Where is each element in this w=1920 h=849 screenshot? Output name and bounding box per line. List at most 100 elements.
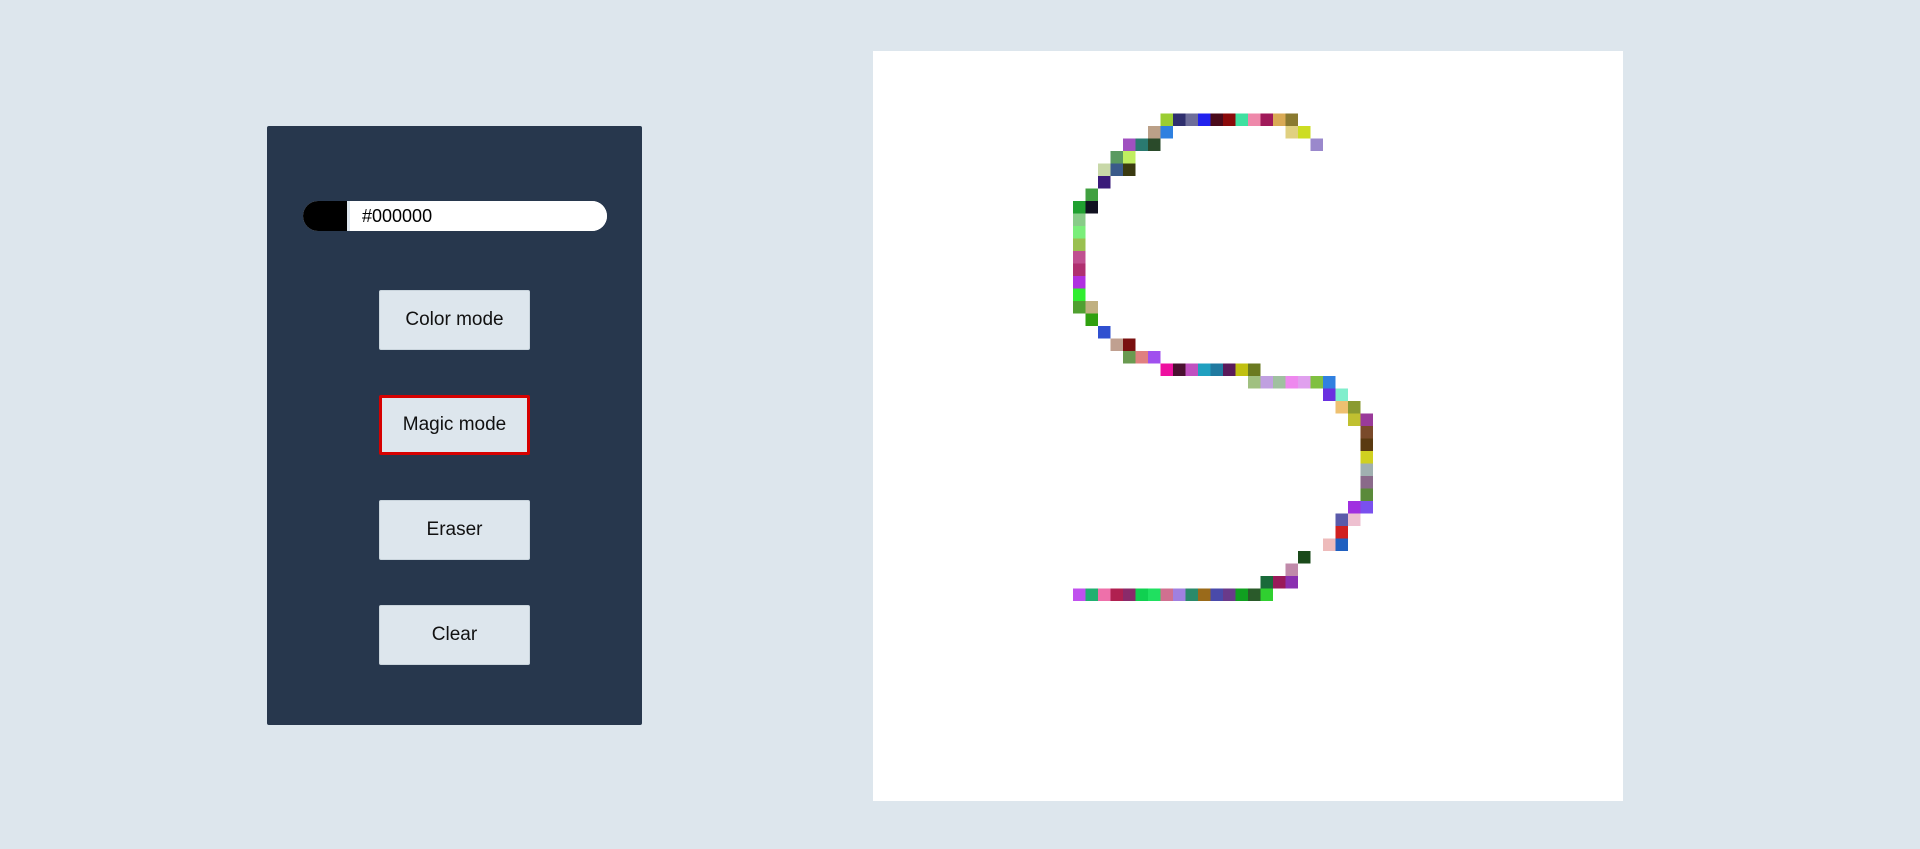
stroke-pixel [1073,238,1086,251]
stroke-pixel [1135,351,1148,364]
stroke-pixel [1335,388,1348,401]
stroke-pixel [1198,113,1211,126]
stroke-pixel [1260,576,1273,589]
stroke-pixel [1160,363,1173,376]
stroke-pixel [1148,126,1161,139]
stroke-pixel [1298,376,1311,389]
stroke-pixel [1123,151,1136,164]
stroke-pixel [1123,351,1136,364]
stroke-pixel [1248,588,1261,601]
stroke-pixel [1360,426,1373,439]
stroke-pixel [1073,288,1086,301]
stroke-pixel [1198,588,1211,601]
stroke-pixel [1085,588,1098,601]
stroke-pixel [1285,376,1298,389]
stroke-pixel [1148,351,1161,364]
stroke-pixel [1135,588,1148,601]
stroke-pixel [1073,226,1086,239]
stroke-pixel [1235,113,1248,126]
stroke-pixel [1185,363,1198,376]
stroke-pixel [1135,138,1148,151]
stroke-pixel [1248,376,1261,389]
stroke-pixel [1160,588,1173,601]
stroke-pixel [1210,588,1223,601]
stroke-pixel [1223,113,1236,126]
stroke-pixel [1210,113,1223,126]
stroke-pixel [1073,213,1086,226]
stroke-pixel [1260,113,1273,126]
stroke-pixel [1098,176,1111,189]
stroke-pixel [1348,401,1361,414]
stroke-pixel [1285,126,1298,139]
stroke-pixel [1248,113,1261,126]
stroke-pixel [1348,413,1361,426]
stroke-pixel [1260,588,1273,601]
stroke-pixel [1198,363,1211,376]
stroke-pixel [1098,163,1111,176]
drawing-surface[interactable] [873,51,1623,801]
stroke-pixel [1360,438,1373,451]
clear-button[interactable]: Clear [379,605,530,665]
stroke-pixel [1073,263,1086,276]
stroke-pixel [1185,588,1198,601]
stroke-pixel [1248,363,1261,376]
stroke-pixel [1073,276,1086,289]
stroke-pixel [1285,563,1298,576]
stroke-pixel [1173,363,1186,376]
stroke-pixel [1110,163,1123,176]
stroke-pixel [1298,551,1311,564]
stroke-pixel [1123,138,1136,151]
stroke-pixel [1335,401,1348,414]
stroke-pixel [1335,526,1348,539]
stroke-pixel [1073,251,1086,264]
stroke-pixel [1085,313,1098,326]
stroke-pixel [1160,113,1173,126]
stroke-pixel [1085,301,1098,314]
stroke-pixel [1235,363,1248,376]
stroke-pixel [1123,588,1136,601]
hex-color-input[interactable] [350,201,607,231]
stroke-pixel [1273,376,1286,389]
stroke-pixel [1285,113,1298,126]
stroke-pixel [1260,376,1273,389]
stroke-pixel [1285,576,1298,589]
stroke-pixel [1073,588,1086,601]
stroke-pixel [1223,363,1236,376]
stroke-pixel [1123,163,1136,176]
stroke-pixel [1323,376,1336,389]
stroke-pixel [1085,188,1098,201]
stroke-pixel [1360,463,1373,476]
stroke-pixel [1310,138,1323,151]
color-picker-row [303,201,607,231]
stroke-pixel [1098,588,1111,601]
stroke-pixel [1335,513,1348,526]
stroke-pixel [1348,513,1361,526]
color-mode-button[interactable]: Color mode [379,290,530,350]
stroke-pixel [1310,376,1323,389]
stroke-pixel [1085,201,1098,214]
stroke-pixel [1298,126,1311,139]
stroke-pixel [1123,338,1136,351]
stroke-pixel [1148,588,1161,601]
magic-mode-button[interactable]: Magic mode [379,395,530,455]
stroke-pixel [1210,363,1223,376]
app-root: Color mode Magic mode Eraser Clear [0,0,1920,849]
stroke-pixel [1348,501,1361,514]
stroke-pixel [1110,588,1123,601]
eraser-button[interactable]: Eraser [379,500,530,560]
stroke-pixel [1110,151,1123,164]
stroke-pixel [1273,576,1286,589]
stroke-pixel [1098,326,1111,339]
stroke-pixel [1110,338,1123,351]
stroke-pixel [1273,113,1286,126]
stroke-pixel [1360,476,1373,489]
stroke-pixel [1173,588,1186,601]
stroke-pixel [1323,388,1336,401]
drawing-canvas[interactable] [873,51,1623,801]
stroke-pixel [1173,113,1186,126]
color-swatch[interactable] [303,201,347,231]
toolbar-panel: Color mode Magic mode Eraser Clear [267,126,642,725]
stroke-pixel [1160,126,1173,139]
stroke-pixel [1148,138,1161,151]
stroke-pixel [1335,538,1348,551]
